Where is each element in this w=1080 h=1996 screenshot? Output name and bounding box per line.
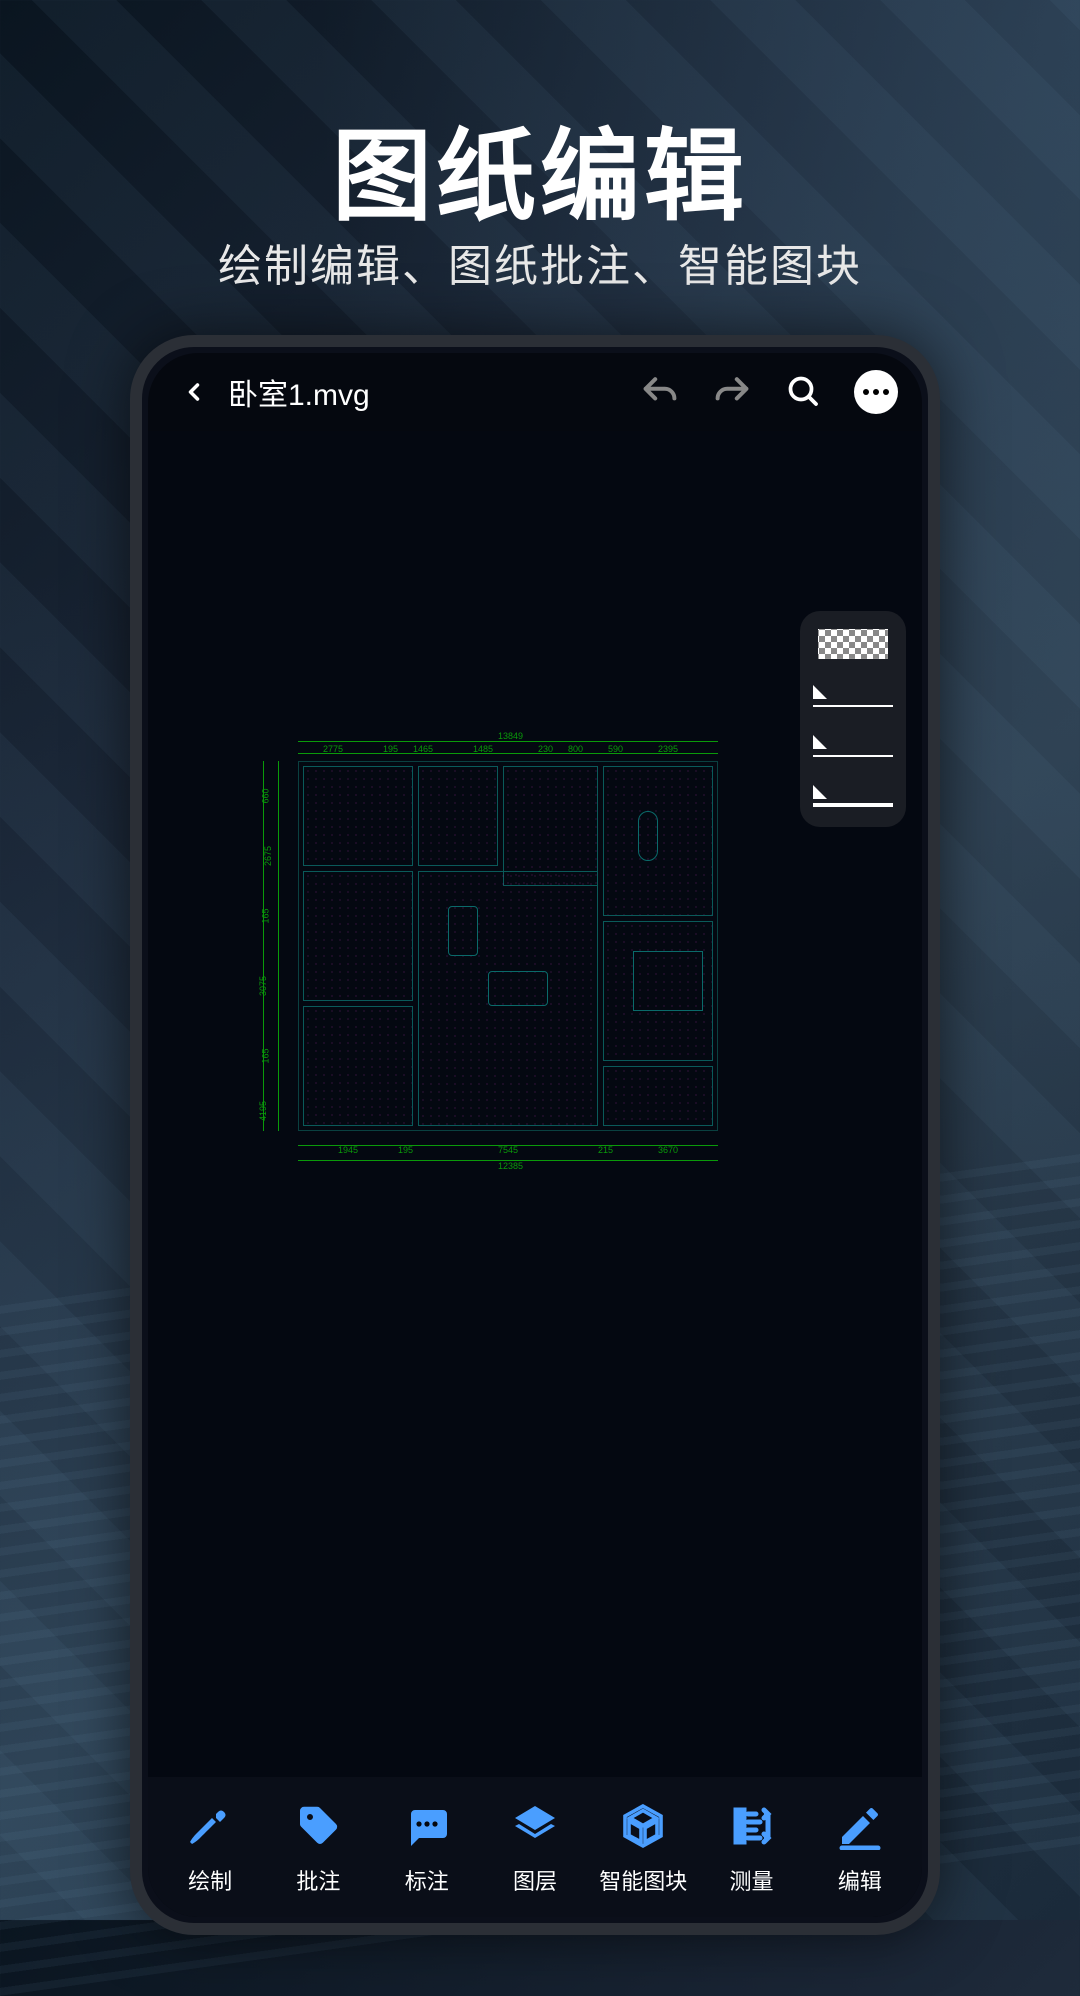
pen-icon [182, 1798, 238, 1854]
room [603, 1066, 713, 1126]
tool-label: 图层 [513, 1864, 557, 1896]
dimension-text: 1485 [473, 744, 493, 754]
tool-smartblock[interactable]: 智能图块 [593, 1798, 693, 1896]
linestyle-thin-2[interactable] [813, 735, 893, 759]
linestyle-palette [800, 611, 906, 827]
dimension-text: 13849 [498, 731, 523, 741]
hero-subtitle: 绘制编辑、图纸批注、智能图块 [0, 230, 1080, 294]
dimension-text: 7545 [498, 1145, 518, 1155]
room [303, 871, 413, 1001]
tool-edit[interactable]: 编辑 [810, 1798, 910, 1896]
dimension-text: 3670 [658, 1145, 678, 1155]
pencil-icon [832, 1798, 888, 1854]
dimension-text: 590 [608, 744, 623, 754]
dimension-text: 2775 [323, 744, 343, 754]
room [303, 1006, 413, 1126]
dimension-text: 215 [598, 1145, 613, 1155]
search-button[interactable] [782, 370, 826, 414]
furniture [488, 971, 548, 1006]
dimension-text: 1945 [338, 1145, 358, 1155]
tool-label: 标注 [405, 1864, 449, 1896]
undo-button[interactable] [638, 370, 682, 414]
bottom-toolbar: 绘制 批注 标注 图层 [148, 1777, 922, 1917]
room [303, 766, 413, 866]
linestyle-bold[interactable] [813, 785, 893, 809]
dimension-line [263, 761, 264, 1131]
search-icon [786, 374, 822, 410]
tool-markup[interactable]: 标注 [377, 1798, 477, 1896]
chevron-left-icon [180, 378, 208, 406]
phone-frame: 卧室1.mvg [130, 335, 940, 1935]
more-horizontal-icon [862, 388, 890, 396]
dimension-text: 2675 [263, 846, 273, 866]
dimension-text: 12385 [498, 1161, 523, 1171]
room [603, 766, 713, 916]
undo-icon [640, 376, 680, 408]
header-actions [638, 370, 898, 414]
more-button[interactable] [854, 370, 898, 414]
redo-button[interactable] [710, 370, 754, 414]
filename-label: 卧室1.mvg [228, 370, 626, 414]
tool-measure[interactable]: 测量 [702, 1798, 802, 1896]
back-button[interactable] [172, 370, 216, 414]
tool-label: 测量 [730, 1864, 774, 1896]
linestyle-thin-1[interactable] [813, 685, 893, 709]
tool-draw[interactable]: 绘制 [160, 1798, 260, 1896]
redo-icon [712, 376, 752, 408]
layers-icon [507, 1798, 563, 1854]
dimension-text: 800 [568, 744, 583, 754]
furniture [633, 951, 703, 1011]
phone-screen: 卧室1.mvg [148, 353, 922, 1917]
tag-icon [290, 1798, 346, 1854]
room [503, 766, 598, 886]
dimension-text: 1465 [413, 744, 433, 754]
furniture [448, 906, 478, 956]
tool-layers[interactable]: 图层 [485, 1798, 585, 1896]
dimension-text: 230 [538, 744, 553, 754]
tool-label: 编辑 [838, 1864, 882, 1896]
measure-icon [724, 1798, 780, 1854]
dimension-line [278, 761, 279, 1131]
dimension-line [298, 741, 718, 742]
hero-title: 图纸编辑 [0, 95, 1080, 240]
dimension-text: 195 [398, 1145, 413, 1155]
tool-annotate[interactable]: 批注 [268, 1798, 368, 1896]
color-transparent-swatch[interactable] [818, 629, 888, 659]
dimension-line [298, 753, 718, 754]
furniture [638, 811, 658, 861]
room [418, 766, 498, 866]
dimension-text: 2395 [658, 744, 678, 754]
dimension-text: 195 [383, 744, 398, 754]
floorplan-drawing: 13849 2775 195 1465 1485 230 800 590 239… [238, 711, 748, 1191]
cube-icon [615, 1798, 671, 1854]
tool-label: 绘制 [188, 1864, 232, 1896]
app-header: 卧室1.mvg [148, 353, 922, 431]
drawing-canvas[interactable]: 13849 2775 195 1465 1485 230 800 590 239… [148, 431, 922, 1777]
tool-label: 智能图块 [599, 1864, 687, 1896]
tool-label: 批注 [296, 1864, 340, 1896]
comment-icon [399, 1798, 455, 1854]
